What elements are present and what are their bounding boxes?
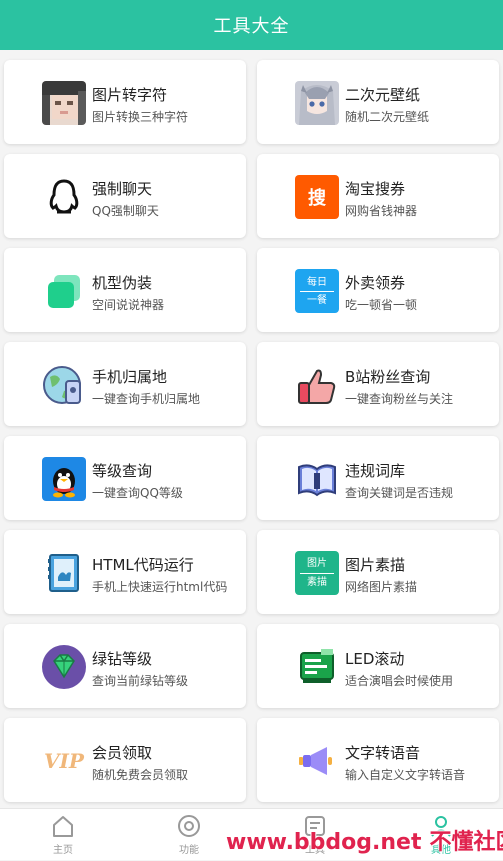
tool-title: 手机归属地 xyxy=(92,366,167,387)
tool-desc: 适合演唱会时候使用 xyxy=(345,672,453,689)
tool-desc: 吃一顿省一顿 xyxy=(345,296,417,313)
tool-desc: 网购省钱神器 xyxy=(345,202,417,219)
globe-phone-icon xyxy=(42,363,86,407)
tool-title: B站粉丝查询 xyxy=(345,366,430,387)
tool-title: 绿钻等级 xyxy=(92,648,152,669)
tool-desc: 查询关键词是否违规 xyxy=(345,484,453,501)
tool-title: 等级查询 xyxy=(92,460,152,481)
tool-desc: 随机二次元壁纸 xyxy=(345,108,429,125)
calendar-badge-icon: 每日 一餐 xyxy=(295,269,339,313)
tool-card-html-runner[interactable]: HTML代码运行 手机上快速运行html代码 xyxy=(4,530,246,614)
taobao-icon-text: 搜 xyxy=(308,184,326,210)
tool-card-takeout-coupon[interactable]: 每日 一餐 外卖领券 吃一顿省一顿 xyxy=(257,248,499,332)
tool-card-force-chat[interactable]: 强制聊天 QQ强制聊天 xyxy=(4,154,246,238)
home-icon xyxy=(50,813,76,839)
tool-title: 淘宝搜券 xyxy=(345,178,405,199)
tool-desc: 随机免费会员领取 xyxy=(92,766,188,783)
tool-desc: 一键查询粉丝与关注 xyxy=(345,390,453,407)
tool-desc: 查询当前绿钻等级 xyxy=(92,672,188,689)
calendar-text-bottom: 一餐 xyxy=(307,294,327,307)
tool-title: 机型伪装 xyxy=(92,272,152,293)
tool-card-banned-words[interactable]: 违规词库 查询关键词是否违规 xyxy=(257,436,499,520)
tool-desc: QQ强制聊天 xyxy=(92,202,159,219)
code-notebook-icon xyxy=(42,551,86,595)
anime-girl-icon xyxy=(295,81,339,125)
tool-title: 图片素描 xyxy=(345,554,405,575)
tool-card-image-to-text[interactable]: 图片转字符 图片转换三种字符 xyxy=(4,60,246,144)
tool-card-anime-wallpaper[interactable]: 二次元壁纸 随机二次元壁纸 xyxy=(257,60,499,144)
sketch-text-top: 图片 xyxy=(307,557,327,571)
tool-desc: 空间说说神器 xyxy=(92,296,164,313)
compass-icon xyxy=(176,813,202,839)
app-header: 工具大全 xyxy=(0,0,503,50)
tool-desc: 一键查询QQ等级 xyxy=(92,484,183,501)
tool-title: HTML代码运行 xyxy=(92,554,194,575)
tool-card-device-spoof[interactable]: 机型伪装 空间说说神器 xyxy=(4,248,246,332)
vip-icon: VIP xyxy=(42,739,86,783)
tab-label: 主页 xyxy=(0,841,126,856)
tool-desc: 网络图片素描 xyxy=(345,578,417,595)
tool-card-green-diamond[interactable]: 绿钻等级 查询当前绿钻等级 xyxy=(4,624,246,708)
tool-card-level-query[interactable]: 等级查询 一键查询QQ等级 xyxy=(4,436,246,520)
tool-card-text-to-speech[interactable]: 文字转语音 输入自定义文字转语音 xyxy=(257,718,499,802)
blurred-face-icon xyxy=(42,81,86,125)
tool-card-phone-location[interactable]: 手机归属地 一键查询手机归属地 xyxy=(4,342,246,426)
tool-title: LED滚动 xyxy=(345,648,404,669)
page-title: 工具大全 xyxy=(214,12,290,38)
watermark-name: 不懂社区 xyxy=(430,830,503,855)
sketch-divider xyxy=(300,573,334,574)
calendar-divider xyxy=(300,291,334,292)
calendar-text-top: 每日 xyxy=(307,276,327,289)
green-diamond-icon xyxy=(42,645,86,689)
tab-home[interactable]: 主页 xyxy=(0,813,126,861)
tool-desc: 一键查询手机归属地 xyxy=(92,390,200,407)
watermark-site: www.bbdog.net xyxy=(226,830,422,855)
tool-title: 会员领取 xyxy=(92,742,152,763)
image-sketch-icon: 图片 素描 xyxy=(295,551,339,595)
tool-title: 文字转语音 xyxy=(345,742,420,763)
tool-card-bilibili-fans[interactable]: B站粉丝查询 一键查询粉丝与关注 xyxy=(257,342,499,426)
tool-card-led-scroll[interactable]: LED滚动 适合演唱会时候使用 xyxy=(257,624,499,708)
led-sign-icon xyxy=(295,645,339,689)
tool-title: 违规词库 xyxy=(345,460,405,481)
tool-card-image-sketch[interactable]: 图片 素描 图片素描 网络图片素描 xyxy=(257,530,499,614)
tool-desc: 手机上快速运行html代码 xyxy=(92,578,227,595)
tool-title: 外卖领券 xyxy=(345,272,405,293)
penguin-outline-icon xyxy=(42,175,86,219)
tool-title: 图片转字符 xyxy=(92,84,167,105)
tools-grid: 图片转字符 图片转换三种字符 二次元壁纸 随机二次元壁纸 xyxy=(0,50,503,808)
tool-title: 强制聊天 xyxy=(92,178,152,199)
stacked-squares-icon xyxy=(42,269,86,313)
vip-icon-text: VIP xyxy=(44,749,84,773)
open-book-icon xyxy=(295,457,339,501)
sketch-text-bottom: 素描 xyxy=(307,576,327,590)
site-watermark: www.bbdog.net 不懂社区 xyxy=(226,824,503,856)
tool-title: 二次元壁纸 xyxy=(345,84,420,105)
tool-card-vip-claim[interactable]: VIP 会员领取 随机免费会员领取 xyxy=(4,718,246,802)
tool-desc: 图片转换三种字符 xyxy=(92,108,188,125)
tool-desc: 输入自定义文字转语音 xyxy=(345,766,465,783)
taobao-search-icon: 搜 xyxy=(295,175,339,219)
megaphone-icon xyxy=(295,739,339,783)
tool-card-taobao-coupon[interactable]: 搜 淘宝搜券 网购省钱神器 xyxy=(257,154,499,238)
qq-penguin-icon xyxy=(42,457,86,501)
thumbs-up-icon xyxy=(295,363,339,407)
